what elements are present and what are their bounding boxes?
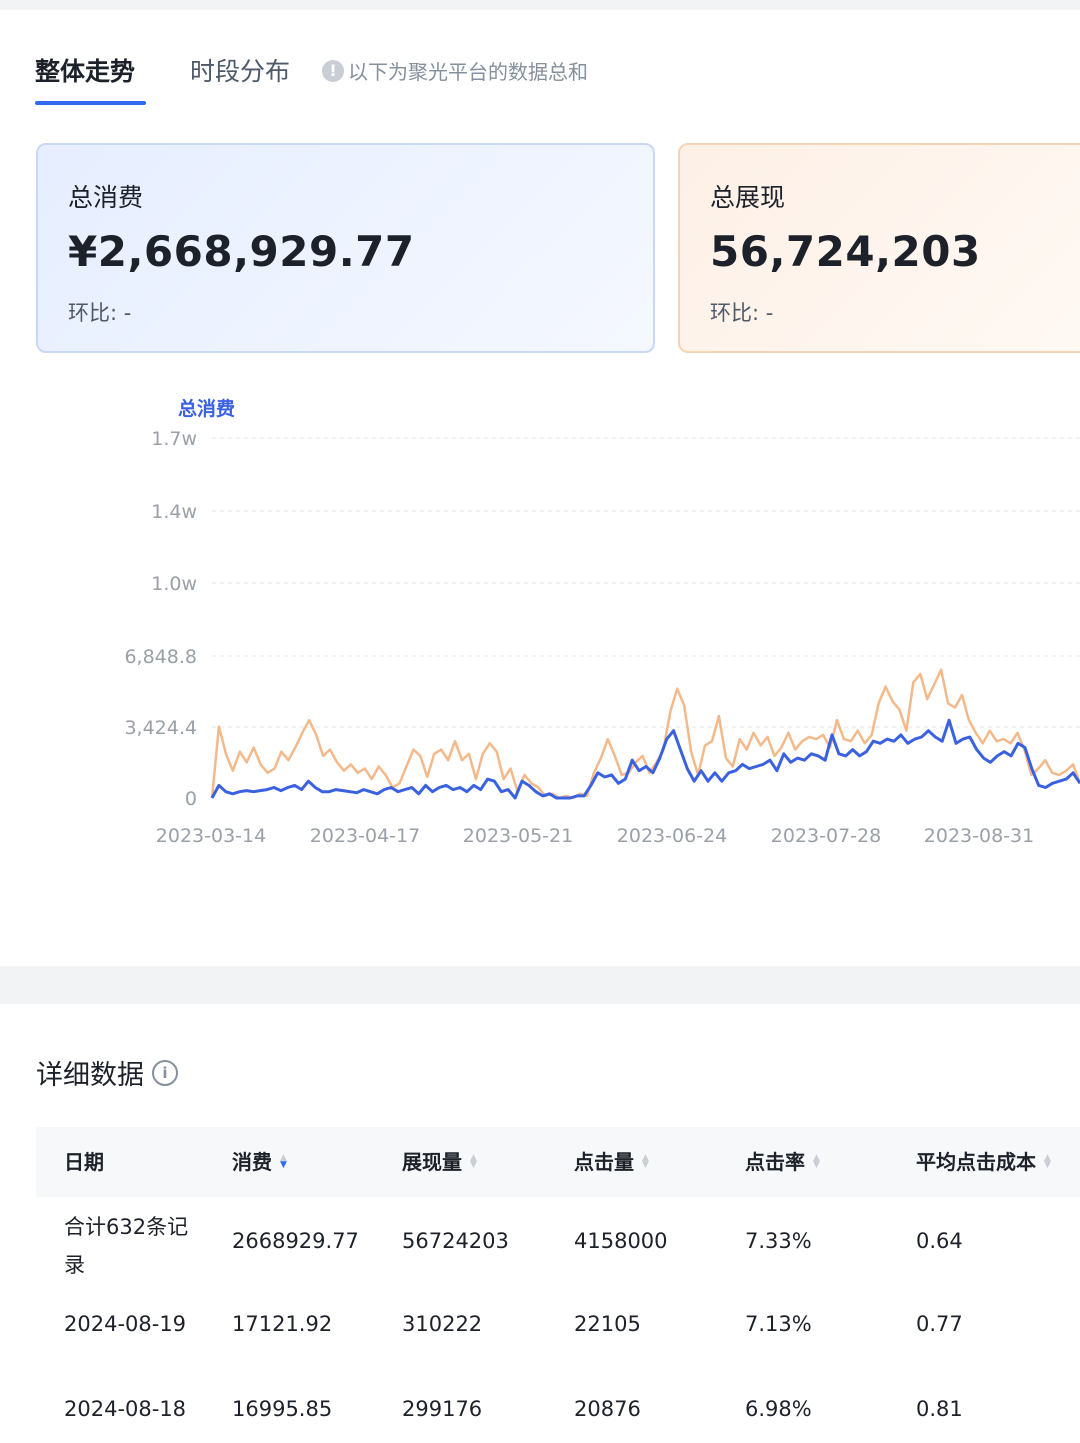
table-cell: 2668929.77 <box>232 1229 359 1253</box>
total-impressions-card[interactable]: 总展现 56,724,203 环比: - <box>678 143 1080 353</box>
card-label: 总消费 <box>68 183 144 212</box>
table-cell: 22105 <box>574 1312 641 1336</box>
col-header-date: 日期 <box>64 1127 104 1197</box>
x-tick-label: 2023-05-21 <box>463 825 573 847</box>
x-tick-label: 2023-03-14 <box>156 825 266 847</box>
col-header-avg-cpc[interactable]: 平均点击成本 ▲ ▼ <box>916 1127 1051 1197</box>
col-header-impressions[interactable]: 展现量 ▲ ▼ <box>402 1127 477 1197</box>
table-cell: 56724203 <box>402 1229 509 1253</box>
tab-overall-trend[interactable]: 整体走势 <box>35 52 135 88</box>
table-cell: 合计632条记录 <box>64 1215 189 1277</box>
table-cell: 4158000 <box>574 1229 668 1253</box>
col-header-label: 消费 <box>232 1150 272 1174</box>
sort-icon[interactable]: ▲ ▼ <box>280 1154 287 1170</box>
col-header-label: 点击率 <box>745 1150 805 1174</box>
trend-chart: 总消费 1.7w 1.4w 1.0w 6,848.8 3,424.4 0 2023-03-14… <box>0 380 1080 860</box>
col-header-spend[interactable]: 消费 ▲ ▼ <box>232 1127 287 1197</box>
table-cell: 2024-08-18 <box>64 1397 187 1421</box>
col-header-label: 平均点击成本 <box>916 1150 1036 1174</box>
table-cell: 0.64 <box>916 1229 963 1253</box>
total-spend-card[interactable]: 总消费 ¥2,668,929.77 环比: - <box>36 143 655 353</box>
series-label: 总消费 <box>178 397 235 420</box>
table-cell: 7.33% <box>745 1229 812 1253</box>
col-header-label: 点击量 <box>574 1150 634 1174</box>
sort-icon[interactable]: ▲ ▼ <box>642 1154 649 1170</box>
line-chart-svg: 总消费 1.7w 1.4w 1.0w 6,848.8 3,424.4 0 2023-03-14… <box>124 397 1080 847</box>
table-cell: 16995.85 <box>232 1397 333 1421</box>
table-cell: 6.98% <box>745 1397 812 1421</box>
details-title: 详细数据 i <box>36 1053 178 1092</box>
card-ratio: 环比: - <box>710 301 774 325</box>
x-tick-label: 2023-07-28 <box>771 825 881 847</box>
table-header: 日期 消费 ▲ ▼ 展现量 ▲ ▼ 点击量 ▲ ▼ 点击率 ▲ ▼ 平均点击成本 ▲ ▼ <box>36 1127 1080 1197</box>
card-ratio: 环比: - <box>68 301 132 325</box>
table-cell: 17121.92 <box>232 1312 333 1336</box>
series-line-orange <box>210 668 1080 800</box>
table-cell: 7.13% <box>745 1312 812 1336</box>
table-cell: 0.77 <box>916 1312 963 1336</box>
platform-notice-text: 以下为聚光平台的数据总和 <box>348 60 588 84</box>
y-tick-label: 6,848.8 <box>124 646 197 668</box>
platform-notice: ! 以下为聚光平台的数据总和 <box>322 56 588 85</box>
info-icon[interactable]: i <box>152 1059 178 1086</box>
y-tick-label: 3,424.4 <box>124 717 197 739</box>
sort-icon[interactable]: ▲ ▼ <box>1044 1154 1051 1170</box>
table-cell: 299176 <box>402 1397 483 1421</box>
x-tick-label: 2023-04-17 <box>310 825 420 847</box>
x-tick-label: 2023-06-24 <box>617 825 727 847</box>
table-cell: 20876 <box>574 1397 641 1421</box>
y-tick-label: 1.4w <box>151 501 197 523</box>
table-cell: 0.81 <box>916 1397 963 1421</box>
col-header-clicks[interactable]: 点击量 ▲ ▼ <box>574 1127 649 1197</box>
table-cell: 310222 <box>402 1312 483 1336</box>
col-header-label: 展现量 <box>402 1150 462 1174</box>
sort-icon[interactable]: ▲ ▼ <box>813 1154 820 1170</box>
tab-time-distribution[interactable]: 时段分布 <box>190 52 290 88</box>
info-icon: ! <box>322 59 344 82</box>
x-tick-label: 2023-08-31 <box>924 825 1034 847</box>
y-tick-label: 0 <box>185 788 197 810</box>
col-header-ctr[interactable]: 点击率 ▲ ▼ <box>745 1127 820 1197</box>
table-cell: 2024-08-19 <box>64 1312 187 1336</box>
card-value: 56,724,203 <box>710 227 981 276</box>
y-tick-label: 1.0w <box>151 573 197 595</box>
active-tab-indicator <box>35 101 146 105</box>
series-line-blue <box>210 718 1080 800</box>
card-label: 总展现 <box>710 183 786 212</box>
sort-icon[interactable]: ▲ ▼ <box>470 1154 477 1170</box>
y-tick-label: 1.7w <box>151 428 197 450</box>
col-header-label: 日期 <box>64 1150 104 1174</box>
details-title-text: 详细数据 <box>36 1060 144 1091</box>
card-value: ¥2,668,929.77 <box>68 227 415 276</box>
